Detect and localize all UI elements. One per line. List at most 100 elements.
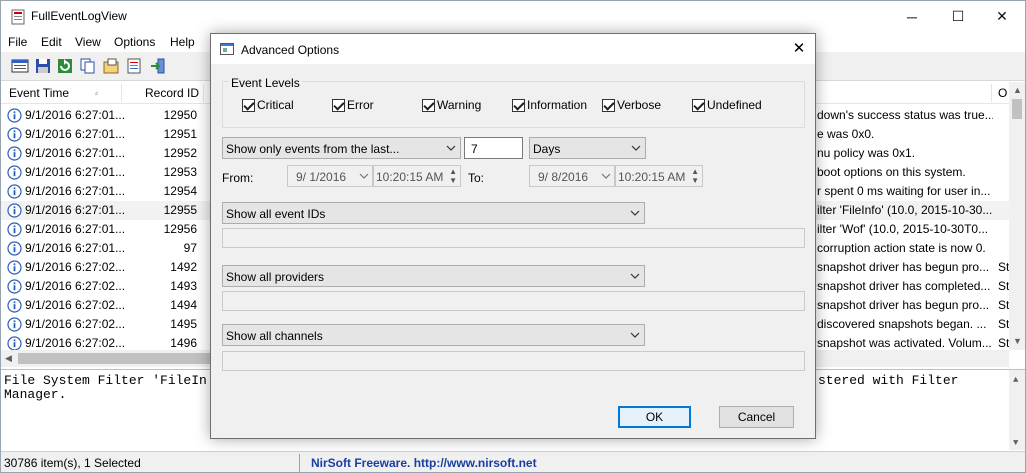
to-time-picker[interactable]: 10:20:15 AM ▲ ▼ xyxy=(615,165,703,187)
chevron-down-icon xyxy=(601,173,611,179)
list-vertical-scrollbar[interactable]: ▲ ▼ xyxy=(1009,82,1025,350)
checkbox-box[interactable] xyxy=(242,98,255,112)
column-record-id[interactable]: Record ID xyxy=(145,86,199,100)
column-divider[interactable] xyxy=(121,84,122,102)
record-id-cell: 12950 xyxy=(163,108,197,122)
advanced-options-icon[interactable] xyxy=(11,57,29,75)
refresh-icon[interactable] xyxy=(56,57,74,75)
to-date-picker[interactable]: 9/ 8/2016 xyxy=(529,165,615,187)
scroll-down-icon[interactable]: ▼ xyxy=(1013,336,1022,346)
close-icon: ✕ xyxy=(792,40,806,57)
maximize-button[interactable]: ☐ xyxy=(935,1,981,32)
scroll-up-icon[interactable]: ▲ xyxy=(1013,373,1018,387)
record-id-cell: 12955 xyxy=(163,203,197,217)
menu-view[interactable]: View xyxy=(75,35,101,49)
checkbox-box[interactable] xyxy=(602,98,615,112)
event-time-cell: 9/1/2016 6:27:01... xyxy=(25,127,126,141)
record-id-cell: 97 xyxy=(183,241,197,255)
information-icon xyxy=(7,260,22,275)
channels-dropdown[interactable]: Show all channels xyxy=(222,324,645,346)
checkbox-verbose[interactable]: Verbose xyxy=(602,98,661,112)
providers-input[interactable] xyxy=(222,291,805,311)
copy-icon[interactable] xyxy=(79,57,97,75)
time-unit-dropdown[interactable]: Days xyxy=(529,137,646,159)
scroll-down-icon[interactable]: ▼ xyxy=(1013,436,1018,450)
event-time-cell: 9/1/2016 6:27:01... xyxy=(25,222,126,236)
window-title: FullEventLogView xyxy=(31,9,127,23)
maximize-icon: ☐ xyxy=(951,8,965,24)
checkbox-box[interactable] xyxy=(422,98,435,112)
from-label: From: xyxy=(222,171,254,185)
checkbox-warning[interactable]: Warning xyxy=(422,98,481,112)
properties-icon[interactable] xyxy=(102,57,120,75)
providers-dropdown[interactable]: Show all providers xyxy=(222,265,645,287)
sort-indicator-icon: ⸗ xyxy=(95,88,98,98)
time-value-input[interactable]: 7 xyxy=(464,137,523,159)
description-cell: ilter 'FileInfo' (10.0, 2015-10-30... xyxy=(817,203,993,217)
checkbox-critical[interactable]: Critical xyxy=(242,98,294,112)
detail-text-line: File System Filter 'FileIn xyxy=(4,373,207,388)
checkbox-box[interactable] xyxy=(692,98,705,112)
column-event-time[interactable]: Event Time xyxy=(9,86,69,100)
description-cell: snapshot driver has begun pro... xyxy=(817,260,990,274)
checkbox-label: Undefined xyxy=(707,98,762,112)
time-filter-dropdown[interactable]: Show only events from the last... xyxy=(222,137,461,159)
checkbox-label: Information xyxy=(527,98,588,112)
close-icon: ✕ xyxy=(996,8,1008,24)
event-time-cell: 9/1/2016 6:27:02... xyxy=(25,317,126,331)
record-id-cell: 12956 xyxy=(163,222,197,236)
information-icon xyxy=(7,184,22,199)
detail-scrollbar[interactable]: ▲ ▼ xyxy=(1009,370,1025,450)
spin-icon[interactable]: ▲ ▼ xyxy=(691,167,699,185)
description-cell: snapshot driver has begun pro... xyxy=(817,298,990,312)
menu-file[interactable]: File xyxy=(8,35,27,49)
checkbox-information[interactable]: Information xyxy=(512,98,587,112)
checkbox-box[interactable] xyxy=(512,98,525,112)
ok-button[interactable]: OK xyxy=(618,406,691,428)
from-date-picker[interactable]: 9/ 1/2016 xyxy=(287,165,373,187)
description-cell: corruption action state is now 0. xyxy=(817,241,986,255)
column-divider[interactable] xyxy=(991,84,992,102)
report-icon[interactable] xyxy=(125,57,143,75)
from-time-picker[interactable]: 10:20:15 AM ▲ ▼ xyxy=(373,165,461,187)
column-other[interactable]: O xyxy=(998,86,1007,100)
event-time-cell: 9/1/2016 6:27:01... xyxy=(25,108,126,122)
information-icon xyxy=(7,165,22,180)
minimize-button[interactable]: ─ xyxy=(889,1,935,32)
menu-edit[interactable]: Edit xyxy=(41,35,62,49)
dropdown-value: Show all providers xyxy=(226,270,325,284)
information-icon xyxy=(7,317,22,332)
description-cell: ilter 'Wof' (10.0, 2015-10-30T0... xyxy=(817,222,989,236)
scroll-thumb[interactable] xyxy=(1012,99,1022,119)
column-divider[interactable] xyxy=(203,84,204,102)
time-value: 10:20:15 AM xyxy=(618,170,686,184)
nirsoft-link[interactable]: NirSoft Freeware. http://www.nirsoft.net xyxy=(311,456,537,470)
event-ids-dropdown[interactable]: Show all event IDs xyxy=(222,202,645,224)
exit-icon[interactable] xyxy=(149,57,167,75)
spin-icon[interactable]: ▲ ▼ xyxy=(449,167,457,185)
event-time-cell: 9/1/2016 6:27:01... xyxy=(25,203,126,217)
channels-input[interactable] xyxy=(222,351,805,371)
event-time-cell: 9/1/2016 6:27:01... xyxy=(25,184,126,198)
information-icon xyxy=(7,127,22,142)
event-ids-input[interactable] xyxy=(222,228,805,248)
scroll-up-icon[interactable]: ▲ xyxy=(1013,85,1022,95)
checkbox-undefined[interactable]: Undefined xyxy=(692,98,762,112)
menu-help[interactable]: Help xyxy=(170,35,195,49)
description-cell: discovered snapshots began. ... xyxy=(817,317,987,331)
close-button[interactable]: ✕ xyxy=(979,1,1025,32)
record-id-cell: 12954 xyxy=(163,184,197,198)
save-icon[interactable] xyxy=(34,57,52,75)
checkbox-label: Verbose xyxy=(617,98,662,112)
scroll-left-icon[interactable]: ◀ xyxy=(5,353,12,364)
record-id-cell: 12953 xyxy=(163,165,197,179)
event-time-cell: 9/1/2016 6:27:02... xyxy=(25,260,126,274)
scroll-thumb[interactable] xyxy=(18,353,210,364)
cancel-button[interactable]: Cancel xyxy=(719,406,794,428)
checkbox-error[interactable]: Error xyxy=(332,98,374,112)
menu-options[interactable]: Options xyxy=(114,35,155,49)
checkbox-box[interactable] xyxy=(332,98,345,112)
dialog-close-button[interactable]: ✕ xyxy=(787,39,811,59)
other-cell: St xyxy=(998,260,1010,274)
minimize-icon: ─ xyxy=(907,8,917,25)
